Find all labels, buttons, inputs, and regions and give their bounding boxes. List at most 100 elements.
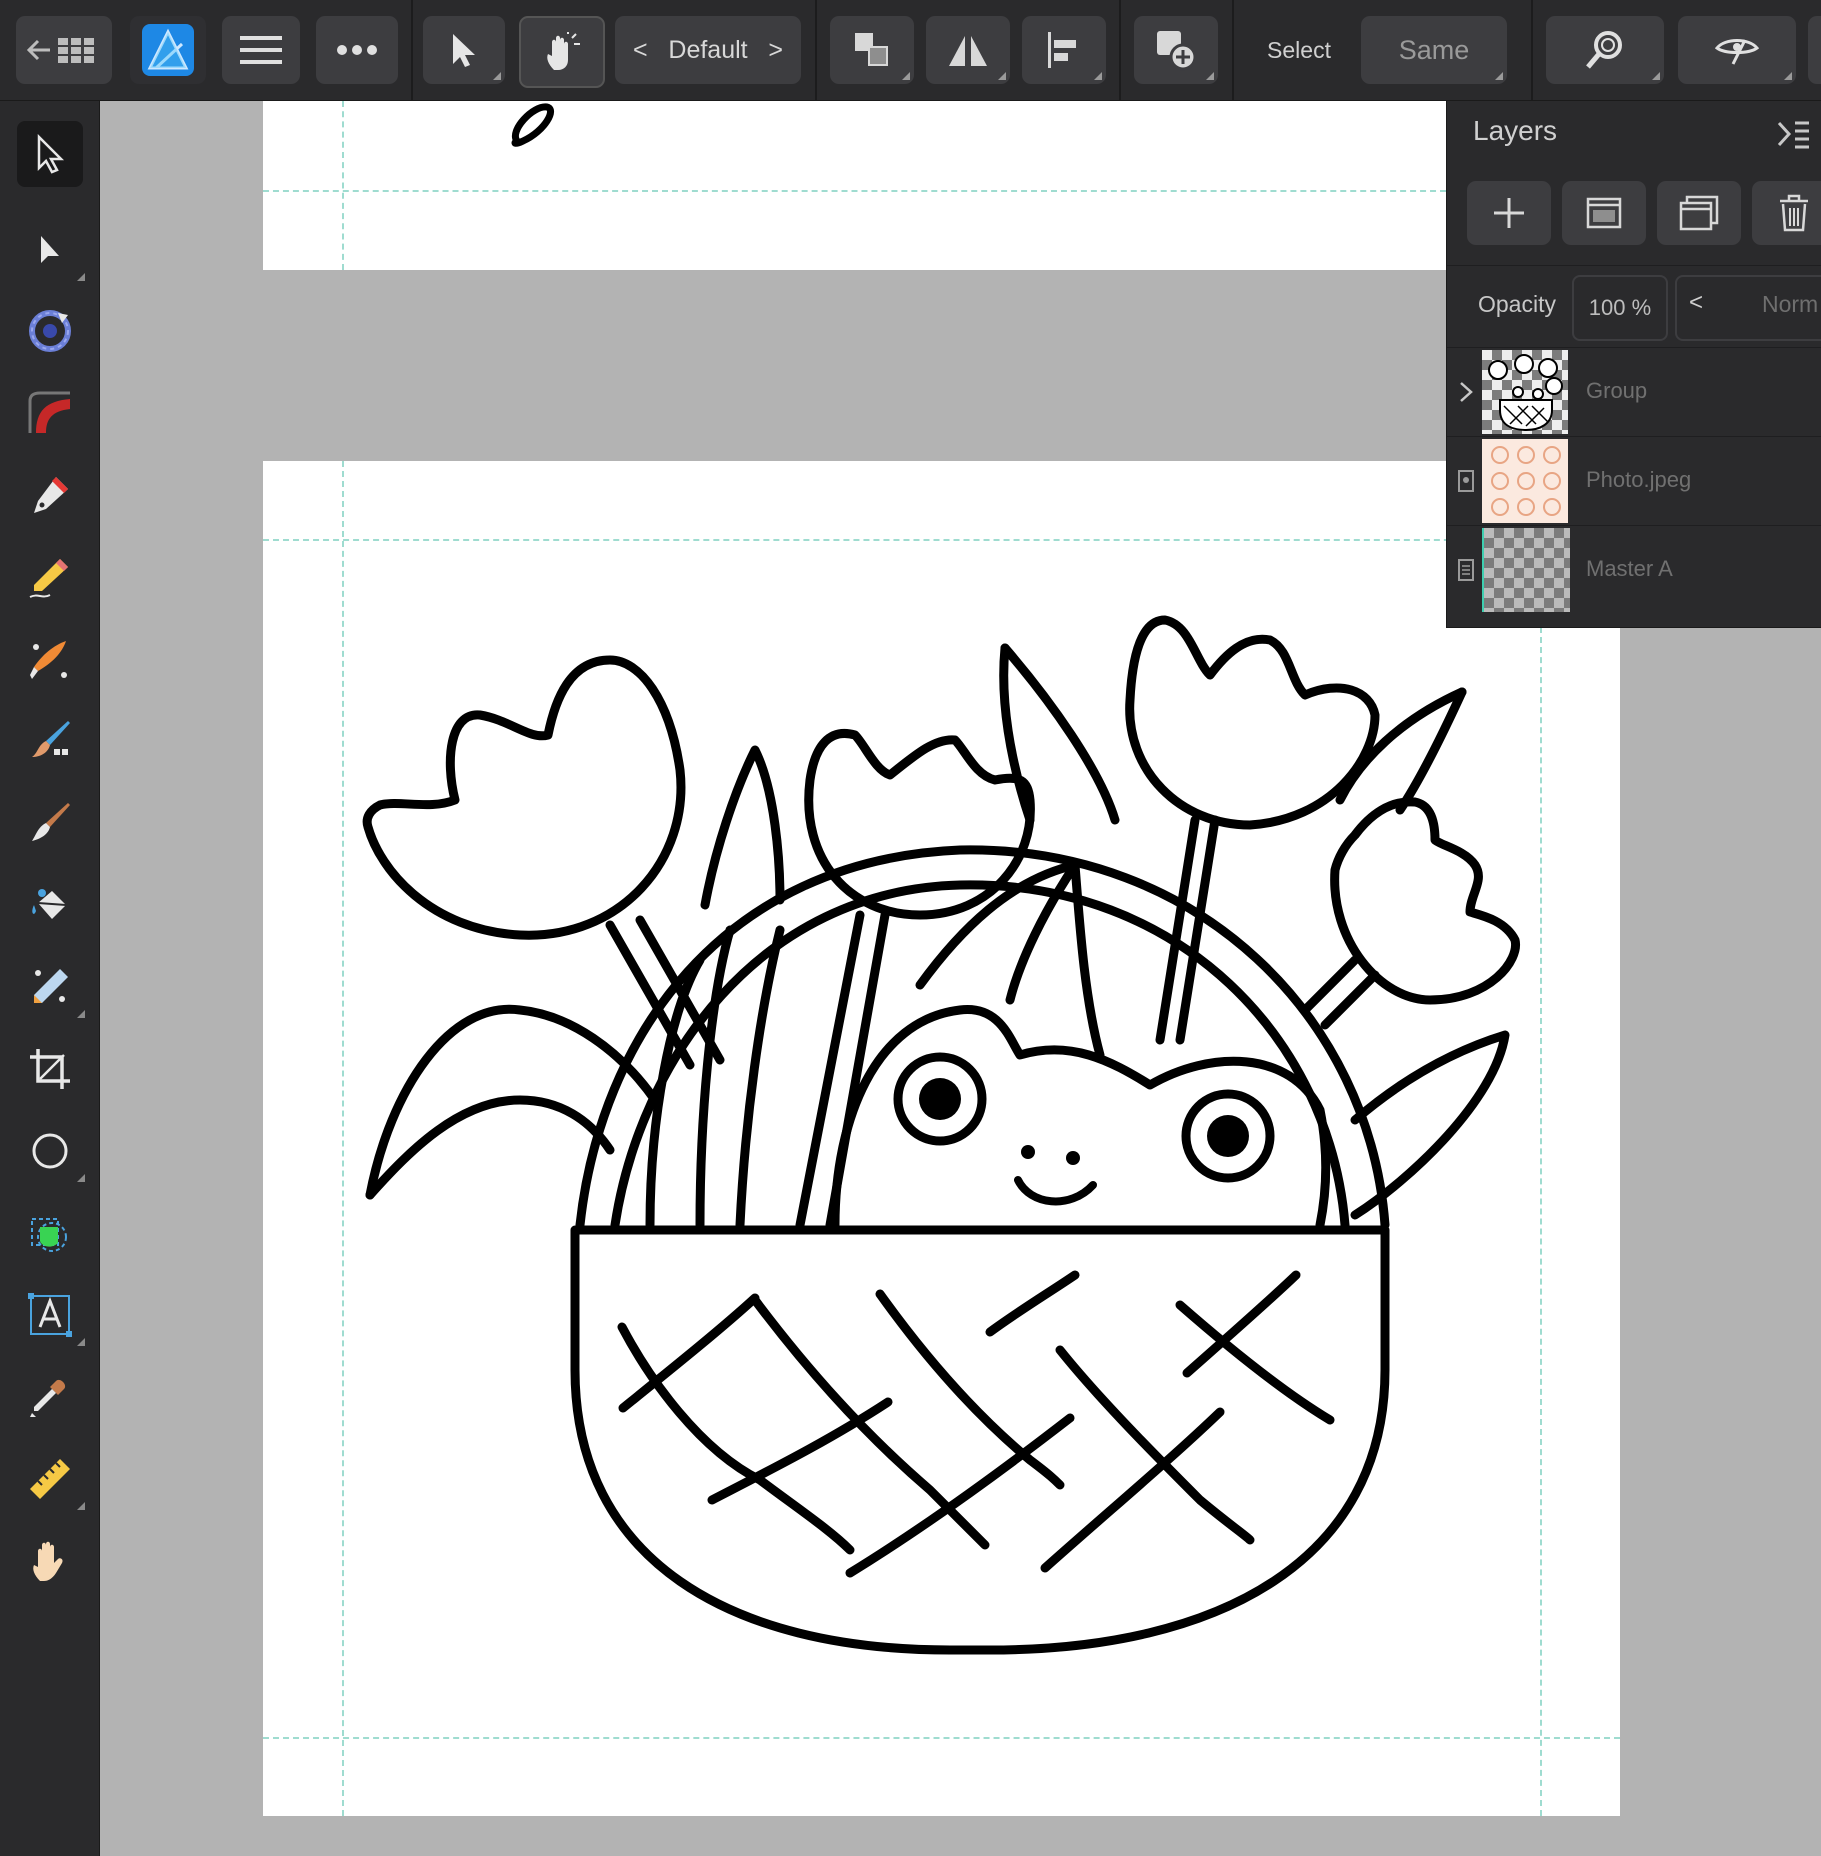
pen-tool-icon [34, 477, 68, 513]
align-button[interactable] [1022, 16, 1106, 84]
layer-name[interactable]: Photo.jpeg [1586, 467, 1691, 493]
tool-pen[interactable] [17, 462, 83, 528]
plus-icon [1494, 198, 1524, 228]
page-1-artwork [511, 103, 554, 147]
zoom-button[interactable] [1546, 16, 1664, 84]
toolbar-separator [1232, 0, 1234, 100]
frog-eyes [893, 1052, 1275, 1183]
layer-type-indicator [1456, 467, 1476, 495]
group-thumbnail-art [1488, 354, 1563, 432]
image-layer-icon [1458, 470, 1474, 492]
layers-panel: Layers Opacity 100 % < Norm Group Photo.… [1446, 101, 1821, 628]
add-layer-button[interactable] [1467, 181, 1551, 245]
expand-group-button[interactable] [1456, 378, 1476, 406]
guide-horizontal [263, 190, 1446, 192]
tool-vector-brush[interactable] [17, 626, 83, 692]
trash-icon [1780, 194, 1808, 232]
tool-paint-brush[interactable] [17, 790, 83, 856]
vector-brush-icon [30, 641, 67, 679]
layer-row[interactable]: Group [1447, 347, 1821, 436]
affinity-designer-icon [142, 24, 194, 76]
mask-layer-icon [1586, 197, 1622, 229]
frog-basket-artwork[interactable] [263, 461, 1620, 1816]
delete-layer-button[interactable] [1752, 181, 1821, 245]
gradient-tool-icon [28, 391, 70, 433]
hand-tool-icon [33, 1541, 63, 1581]
tool-pencil[interactable] [17, 544, 83, 610]
layer-thumbnail [1482, 350, 1568, 434]
tool-shape-builder[interactable] [17, 1200, 83, 1266]
chevron-right-icon [1460, 382, 1473, 402]
collapse-panel-icon[interactable] [1777, 119, 1811, 149]
insert-add-icon [1157, 31, 1197, 71]
tool-node[interactable] [17, 217, 85, 283]
blend-prev-button[interactable]: < [1689, 289, 1703, 317]
insert-button[interactable] [1134, 16, 1218, 84]
artistic-text-icon [28, 1293, 72, 1337]
layer-row[interactable]: Photo.jpeg [1447, 436, 1821, 525]
add-mask-button[interactable] [1562, 181, 1646, 245]
touch-mode-button[interactable] [519, 16, 605, 88]
guide-vertical [342, 101, 344, 270]
layer-thumbnail [1482, 528, 1570, 612]
tool-ellipse[interactable] [17, 1118, 85, 1184]
blend-mode-label: Norm [1762, 291, 1819, 317]
photo-thumbnail-art [1491, 446, 1561, 516]
node-tool-icon [41, 236, 59, 263]
more-dots-icon [337, 45, 377, 55]
layer-name[interactable]: Group [1586, 378, 1647, 404]
measure-tool-icon [30, 1459, 70, 1499]
menu-button[interactable] [222, 16, 300, 84]
preset-selector[interactable]: < Default > [615, 16, 801, 84]
layers-panel-title: Layers [1473, 115, 1558, 146]
select-button[interactable]: Select [1248, 16, 1350, 84]
flip-button[interactable] [926, 16, 1010, 84]
arrange-icon [855, 33, 888, 66]
opacity-label: Opacity [1478, 291, 1556, 317]
fill-tool-icon [32, 889, 67, 919]
top-toolbar: < Default > Select Same [0, 0, 1821, 101]
ellipse-tool-icon [32, 1133, 68, 1169]
transparency-tool-icon [34, 969, 68, 1003]
arrange-button[interactable] [830, 16, 914, 84]
group-layers-button[interactable] [1657, 181, 1741, 245]
pixel-brush-icon [32, 721, 70, 757]
preset-label: Default [668, 35, 748, 64]
select-same-button[interactable]: Same [1361, 16, 1507, 84]
artboard-page-1[interactable] [263, 101, 1620, 270]
tool-transparency[interactable] [17, 954, 85, 1020]
back-to-gallery-button[interactable] [16, 16, 112, 84]
frog-face [1014, 1145, 1097, 1206]
tool-measure[interactable] [17, 1446, 85, 1512]
view-mode-button[interactable] [1678, 16, 1796, 84]
tool-artistic-text[interactable] [17, 1282, 85, 1348]
hamburger-icon [240, 36, 282, 64]
move-tool-icon [37, 134, 65, 174]
hand-tap-icon [547, 32, 580, 70]
tool-pixel-brush[interactable] [17, 708, 83, 774]
preset-prev-button[interactable]: < [633, 36, 648, 65]
more-toolbar-button[interactable] [1808, 16, 1821, 84]
more-button[interactable] [316, 16, 398, 84]
tool-move[interactable] [17, 121, 83, 187]
pencil-tool-icon [29, 559, 68, 598]
opacity-field[interactable]: 100 % [1572, 275, 1668, 341]
tool-color-picker[interactable] [17, 298, 83, 364]
tool-fill[interactable] [17, 872, 83, 938]
tool-hand[interactable] [17, 1528, 83, 1594]
paint-brush-icon [32, 803, 70, 841]
layer-row[interactable]: Master A [1447, 525, 1821, 614]
preset-next-button[interactable]: > [768, 36, 783, 65]
group-folder-icon [1679, 195, 1719, 231]
tool-eyedropper[interactable] [17, 1364, 83, 1430]
designer-persona-button[interactable] [130, 16, 206, 84]
color-picker-wheel-icon [29, 310, 71, 352]
align-left-icon [1048, 32, 1076, 68]
selection-mode-button[interactable] [423, 16, 505, 84]
layer-name[interactable]: Master A [1586, 556, 1673, 582]
magnifier-icon [1586, 31, 1622, 69]
back-grid-icon [26, 38, 94, 63]
tool-crop[interactable] [17, 1036, 83, 1102]
tool-gradient[interactable] [17, 380, 83, 446]
layer-thumbnail [1482, 439, 1568, 523]
